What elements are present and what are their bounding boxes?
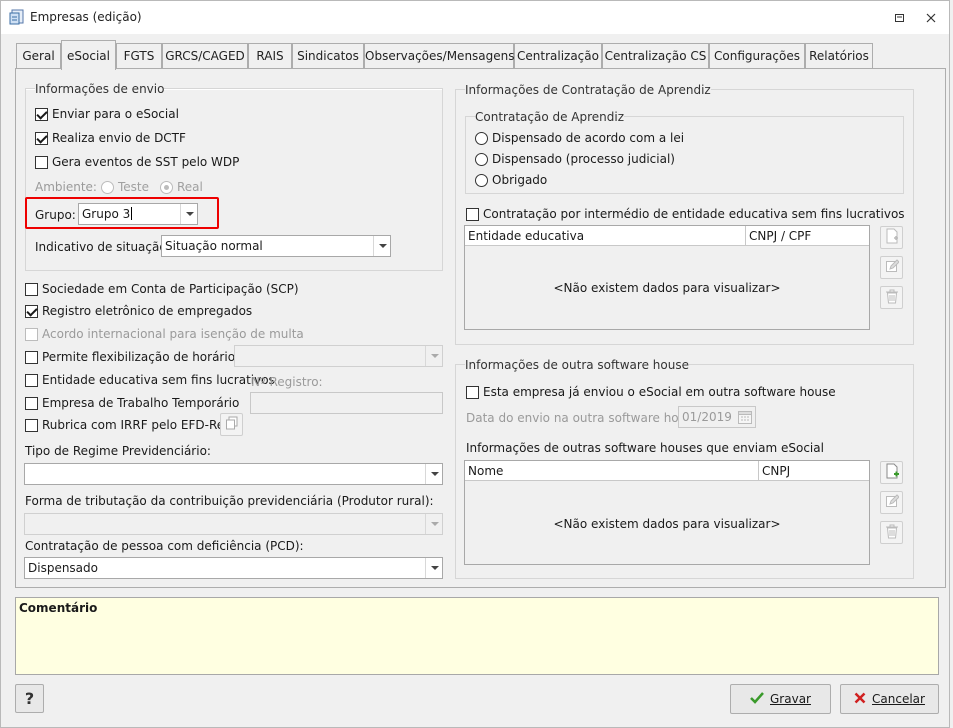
sst-checkbox[interactable]: Gera eventos de SST pelo WDP	[35, 155, 239, 169]
indicativo-select[interactable]: Situação normal	[161, 235, 391, 257]
pcd-select[interactable]: Dispensado	[24, 557, 443, 579]
data-envio-input[interactable]: 01/2019	[678, 406, 756, 428]
indicativo-label: Indicativo de situação:	[35, 240, 171, 254]
restore-icon[interactable]	[894, 12, 906, 27]
window: Empresas (edição) Geral eSocial FGTS GRC…	[0, 0, 950, 728]
column-header[interactable]: Nome	[465, 461, 759, 481]
grupo-label: Grupo:	[35, 208, 76, 222]
comment-area[interactable]: Comentário	[15, 597, 939, 675]
chevron-down-icon[interactable]	[425, 558, 442, 578]
pcd-label: Contratação de pessoa com deficiência (P…	[25, 539, 304, 553]
add-entidade-button[interactable]	[880, 226, 903, 249]
add-doc-icon	[885, 228, 899, 247]
add-doc-icon	[885, 463, 899, 482]
aprendiz-dispensado-judicial-radio[interactable]: Dispensado (processo judicial)	[475, 152, 675, 166]
grupo-select[interactable]: Grupo 3	[78, 203, 198, 225]
envio-title: Informações de envio	[35, 82, 165, 96]
enviou-checkbox[interactable]: Esta empresa já enviou o eSocial em outr…	[466, 385, 836, 399]
ambiente-teste-radio[interactable]: Teste	[101, 180, 149, 194]
software-grid[interactable]: Nome CNPJ <Não existem dados para visual…	[464, 460, 870, 565]
tab-centralizacao-cs[interactable]: Centralização CS	[602, 43, 709, 69]
rubrica-button[interactable]	[220, 413, 243, 436]
empty-message: <Não existem dados para visualizar>	[553, 281, 781, 295]
text-cursor	[131, 207, 133, 220]
chevron-down-icon[interactable]	[425, 346, 442, 366]
tab-configuracoes[interactable]: Configurações	[709, 43, 805, 69]
delete-software-button[interactable]	[880, 521, 903, 544]
close-icon[interactable]	[925, 12, 937, 27]
tab-relatorios[interactable]: Relatórios	[805, 43, 873, 69]
aprendiz-obrigado-radio[interactable]: Obrigado	[475, 173, 547, 187]
tab-esocial[interactable]: eSocial	[61, 40, 116, 70]
comment-label: Comentário	[19, 601, 98, 615]
delete-entidade-button[interactable]	[880, 286, 903, 309]
help-button[interactable]: ?	[15, 684, 44, 713]
column-header[interactable]: CNPJ	[759, 461, 869, 481]
trash-icon	[885, 524, 899, 542]
tab-rais[interactable]: RAIS	[248, 43, 292, 69]
x-icon	[854, 692, 866, 707]
cancelar-button[interactable]: Cancelar	[840, 684, 939, 714]
chevron-down-icon[interactable]	[373, 236, 390, 256]
intermedio-checkbox[interactable]: Contratação por intermédio de entidade e…	[466, 207, 905, 221]
acordo-checkbox[interactable]: Acordo internacional para isenção de mul…	[25, 327, 304, 341]
copy-icon	[225, 416, 239, 433]
check-icon	[750, 691, 764, 707]
data-envio-label: Data do envio na outra software house:	[466, 411, 704, 425]
calendar-icon[interactable]	[737, 409, 753, 431]
edit-entidade-button[interactable]	[880, 256, 903, 279]
column-header[interactable]: CNPJ / CPF	[746, 226, 869, 246]
enviar-esocial-checkbox[interactable]: Enviar para o eSocial	[35, 107, 179, 121]
nregistro-input[interactable]	[250, 392, 443, 414]
app-icon	[9, 9, 25, 28]
rubrica-checkbox[interactable]: Rubrica com IRRF pelo EFD-Reinf	[25, 418, 239, 432]
tributacao-select[interactable]	[24, 513, 443, 535]
empty-message: <Não existem dados para visualizar>	[553, 517, 781, 531]
nregistro-label: Nº Registro:	[251, 375, 323, 389]
outras-label: Informações de outras software houses qu…	[466, 441, 824, 455]
aprendiz-dispensado-lei-radio[interactable]: Dispensado de acordo com a lei	[475, 131, 684, 145]
registro-checkbox[interactable]: Registro eletrônico de empregados	[25, 304, 252, 318]
tab-centralizacao[interactable]: Centralização	[514, 43, 602, 69]
tab-geral[interactable]: Geral	[16, 43, 61, 69]
regime-label: Tipo de Regime Previdenciário:	[25, 444, 211, 458]
tab-observacoes[interactable]: Observações/Mensagens	[364, 43, 515, 69]
chevron-down-icon[interactable]	[425, 464, 442, 484]
tab-fgts[interactable]: FGTS	[116, 43, 162, 69]
add-software-button[interactable]	[880, 461, 903, 484]
edit-icon	[885, 259, 900, 276]
entidade-checkbox[interactable]: Entidade educativa sem fins lucrativos	[25, 373, 275, 387]
ambiente-real-radio[interactable]: Real	[160, 180, 203, 194]
software-title: Informações de outra software house	[465, 358, 689, 372]
aprendiz-sub-title: Contratação de Aprendiz	[475, 110, 625, 124]
gravar-button[interactable]: Gravar	[730, 684, 831, 714]
title-bar: Empresas (edição)	[1, 1, 949, 34]
flex-checkbox[interactable]: Permite flexibilização de horários	[25, 350, 241, 364]
window-title: Empresas (edição)	[30, 10, 142, 24]
column-header[interactable]: Entidade educativa	[465, 226, 746, 246]
temporario-checkbox[interactable]: Empresa de Trabalho Temporário	[25, 396, 239, 410]
entidade-grid[interactable]: Entidade educativa CNPJ / CPF <Não exist…	[464, 225, 870, 330]
edit-icon	[885, 494, 900, 511]
aprendiz-title: Informações de Contratação de Aprendiz	[465, 83, 711, 97]
tributacao-label: Forma de tributação da contribuição prev…	[25, 494, 434, 508]
ambiente-label: Ambiente:	[35, 180, 97, 194]
tab-sindicatos[interactable]: Sindicatos	[292, 43, 364, 69]
trash-icon	[885, 289, 899, 307]
regime-select[interactable]	[24, 463, 443, 485]
flex-select[interactable]	[234, 345, 443, 367]
scp-checkbox[interactable]: Sociedade em Conta de Participação (SCP)	[25, 282, 299, 296]
chevron-down-icon[interactable]	[180, 204, 197, 224]
chevron-down-icon[interactable]	[425, 514, 442, 534]
dctf-checkbox[interactable]: Realiza envio de DCTF	[35, 131, 186, 145]
tab-grcs-caged[interactable]: GRCS/CAGED	[162, 43, 248, 69]
edit-software-button[interactable]	[880, 491, 903, 514]
